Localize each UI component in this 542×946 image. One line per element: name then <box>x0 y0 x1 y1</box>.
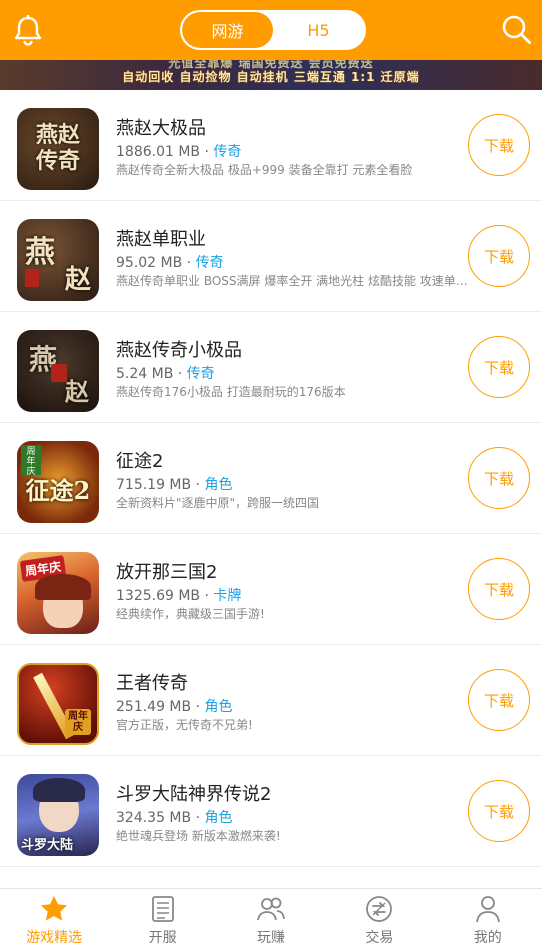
nav-label: 开服 <box>148 930 177 946</box>
top-bar: 网游 H5 <box>0 0 542 60</box>
download-button[interactable]: 下载 <box>468 114 530 176</box>
game-description: 燕赵传奇全新大极品 极品+999 装备全靠打 元素全看脸 <box>116 163 413 177</box>
game-category: 卡牌 <box>213 588 242 604</box>
star-icon <box>39 894 69 924</box>
game-size: 1325.69 MB <box>116 588 201 604</box>
game-title: 放开那三国2 <box>116 562 218 583</box>
nav-label: 交易 <box>365 930 394 946</box>
nav-label: 我的 <box>473 930 502 946</box>
game-meta: 251.49 MB · 角色 <box>116 699 233 715</box>
game-category: 传奇 <box>186 366 215 382</box>
game-category: 角色 <box>204 699 233 715</box>
users-icon <box>256 894 286 924</box>
game-icon: 周年庆 <box>17 552 99 634</box>
game-meta: 715.19 MB · 角色 <box>116 477 233 493</box>
list-item[interactable]: 斗罗大陆 斗罗大陆神界传说2 324.35 MB · 角色 绝世魂兵登场 新版本… <box>0 756 542 867</box>
nav-trade[interactable]: 交易 <box>325 889 433 946</box>
nav-profile[interactable]: 我的 <box>434 889 542 946</box>
game-title: 斗罗大陆神界传说2 <box>116 784 272 805</box>
search-icon[interactable] <box>498 11 534 47</box>
tab-h5[interactable]: H5 <box>273 12 364 48</box>
game-description: 经典续作，典藏级三国手游! <box>116 607 265 621</box>
nav-label: 玩赚 <box>256 930 285 946</box>
game-meta: 1325.69 MB · 卡牌 <box>116 588 242 604</box>
nav-play-earn[interactable]: 玩赚 <box>217 889 325 946</box>
game-icon: 周年庆 征途2 <box>17 441 99 523</box>
game-size: 1886.01 MB <box>116 144 201 160</box>
game-description: 燕赵传奇176小极品 打造最耐玩的176版本 <box>116 385 346 399</box>
game-description: 全新资料片"逐鹿中原"，跨服一统四国 <box>116 496 320 510</box>
banner-line-bottom: 自动回收 自动捡物 自动挂机 三端互通 1:1 迁原端 <box>122 70 420 84</box>
app-root: 网游 H5 光值全靠爆 瑞国免费送 会员免费送 自动回收 自动捡物 自动挂机 三… <box>0 0 542 946</box>
segmented-control: 网游 H5 <box>180 10 366 50</box>
game-size: 95.02 MB <box>116 255 183 271</box>
bell-icon[interactable] <box>10 12 46 48</box>
download-button[interactable]: 下载 <box>468 225 530 287</box>
game-icon: 燕 赵 <box>17 219 99 301</box>
nav-featured-games[interactable]: 游戏精选 <box>0 889 108 946</box>
game-icon: 燕 赵 <box>17 330 99 412</box>
promo-banner[interactable]: 光值全靠爆 瑞国免费送 会员免费送 自动回收 自动捡物 自动挂机 三端互通 1:… <box>0 60 542 90</box>
game-category: 角色 <box>204 810 233 826</box>
game-title: 王者传奇 <box>116 673 188 694</box>
list-item[interactable]: 燕赵 传奇 燕赵大极品 1886.01 MB · 传奇 燕赵传奇全新大极品 极品+… <box>0 90 542 201</box>
game-icon: 燕赵 传奇 <box>17 108 99 190</box>
game-title: 燕赵传奇小极品 <box>116 340 242 361</box>
game-meta: 324.35 MB · 角色 <box>116 810 233 826</box>
download-button[interactable]: 下载 <box>468 336 530 398</box>
game-description: 官方正版，无传奇不兄弟! <box>116 718 253 732</box>
game-description: 燕赵传奇单职业 BOSS满屏 爆率全开 满地光柱 炫酷技能 攻速单职业 <box>116 274 468 288</box>
list-item[interactable]: 燕 赵 燕赵单职业 95.02 MB · 传奇 燕赵传奇单职业 BOSS满屏 爆… <box>0 201 542 312</box>
game-title: 燕赵单职业 <box>116 229 206 250</box>
download-button[interactable]: 下载 <box>468 780 530 842</box>
game-meta: 95.02 MB · 传奇 <box>116 255 224 271</box>
game-meta: 1886.01 MB · 传奇 <box>116 144 242 160</box>
list-item[interactable]: 周年庆 王者传奇 251.49 MB · 角色 官方正版，无传奇不兄弟! 下载 <box>0 645 542 756</box>
game-size: 5.24 MB <box>116 366 174 382</box>
game-category: 角色 <box>204 477 233 493</box>
document-icon <box>148 894 178 924</box>
game-size: 251.49 MB <box>116 699 192 715</box>
game-title: 燕赵大极品 <box>116 118 206 139</box>
list-item[interactable]: 周年庆 放开那三国2 1325.69 MB · 卡牌 经典续作，典藏级三国手游!… <box>0 534 542 645</box>
bottom-nav: 游戏精选 开服 玩赚 交易 我的 <box>0 888 542 946</box>
nav-server-open[interactable]: 开服 <box>108 889 216 946</box>
game-description: 绝世魂兵登场 新版本激燃来袭! <box>116 829 281 843</box>
download-button[interactable]: 下载 <box>468 669 530 731</box>
game-category: 传奇 <box>213 144 242 160</box>
game-size: 324.35 MB <box>116 810 192 826</box>
list-item[interactable]: 周年庆 征途2 征途2 715.19 MB · 角色 全新资料片"逐鹿中原"，跨… <box>0 423 542 534</box>
list-item[interactable]: 燕 赵 燕赵传奇小极品 5.24 MB · 传奇 燕赵传奇176小极品 打造最耐… <box>0 312 542 423</box>
game-list: 燕赵 传奇 燕赵大极品 1886.01 MB · 传奇 燕赵传奇全新大极品 极品+… <box>0 90 542 888</box>
game-icon: 斗罗大陆 <box>17 774 99 856</box>
person-icon <box>473 894 503 924</box>
game-meta: 5.24 MB · 传奇 <box>116 366 215 382</box>
nav-label: 游戏精选 <box>26 930 83 946</box>
download-button[interactable]: 下载 <box>468 447 530 509</box>
tab-online-games[interactable]: 网游 <box>182 12 273 48</box>
game-title: 征途2 <box>116 451 164 472</box>
game-icon: 周年庆 <box>17 663 99 745</box>
game-size: 715.19 MB <box>116 477 192 493</box>
download-button[interactable]: 下载 <box>468 558 530 620</box>
exchange-icon <box>364 894 394 924</box>
game-category: 传奇 <box>195 255 224 271</box>
